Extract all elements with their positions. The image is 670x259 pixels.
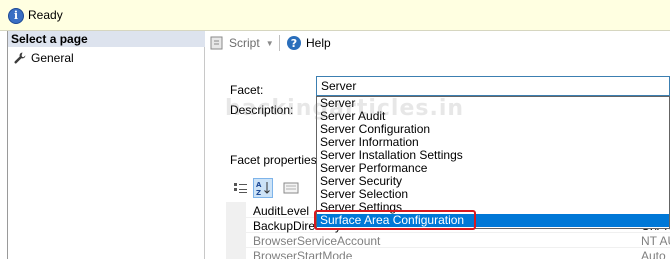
property-name: AuditLevel: [253, 204, 310, 218]
property-pages-icon: [283, 182, 299, 194]
help-icon: ?: [287, 36, 301, 50]
property-row[interactable]: BrowserStartMode Auto: [246, 249, 670, 259]
property-name: BrowserStartMode: [253, 249, 353, 259]
property-value: Auto: [641, 249, 666, 259]
toolbar-separator: [279, 35, 280, 51]
property-grid-gutter: [226, 202, 246, 259]
page-item-general[interactable]: General: [13, 50, 74, 66]
info-icon: i: [8, 8, 24, 24]
description-label: Description:: [230, 103, 294, 117]
svg-text:?: ?: [291, 37, 297, 50]
annotation-highlight-box: [314, 210, 476, 230]
facet-select[interactable]: Server: [316, 76, 670, 96]
facet-properties-label: Facet properties:: [230, 153, 321, 167]
page-item-label: General: [31, 51, 74, 65]
sort-az-icon: A Z: [256, 181, 270, 196]
help-button-label: Help: [306, 36, 331, 50]
wrench-icon: [14, 52, 26, 64]
svg-text:A: A: [256, 181, 262, 189]
property-value: NT AU: [641, 234, 670, 248]
select-page-pane: Select a page General: [8, 31, 205, 259]
script-icon: [210, 36, 223, 50]
select-page-title: Select a page: [11, 32, 88, 46]
status-bar: i Ready: [0, 0, 670, 31]
alphabetical-button[interactable]: A Z: [253, 178, 273, 198]
select-page-header: Select a page: [8, 31, 205, 47]
script-button[interactable]: Script ▼: [209, 35, 274, 51]
property-pages-button[interactable]: [281, 178, 301, 198]
property-name: BrowserServiceAccount: [253, 234, 381, 248]
categorized-button[interactable]: [231, 178, 251, 198]
facet-label: Facet:: [230, 83, 264, 97]
categorized-icon: [234, 183, 247, 193]
left-frame: [0, 31, 8, 259]
script-button-label: Script: [229, 36, 260, 50]
chevron-down-icon: ▼: [265, 38, 274, 48]
property-row[interactable]: BrowserServiceAccount NT AU: [246, 234, 670, 248]
dialog-toolbar: Script ▼ ? Help: [206, 31, 670, 55]
status-text: Ready: [28, 8, 63, 22]
svg-text:Z: Z: [256, 189, 261, 196]
help-button[interactable]: ? Help: [286, 35, 331, 51]
property-grid-toolbar: A Z: [231, 178, 303, 198]
facet-select-value: Server: [321, 79, 357, 93]
